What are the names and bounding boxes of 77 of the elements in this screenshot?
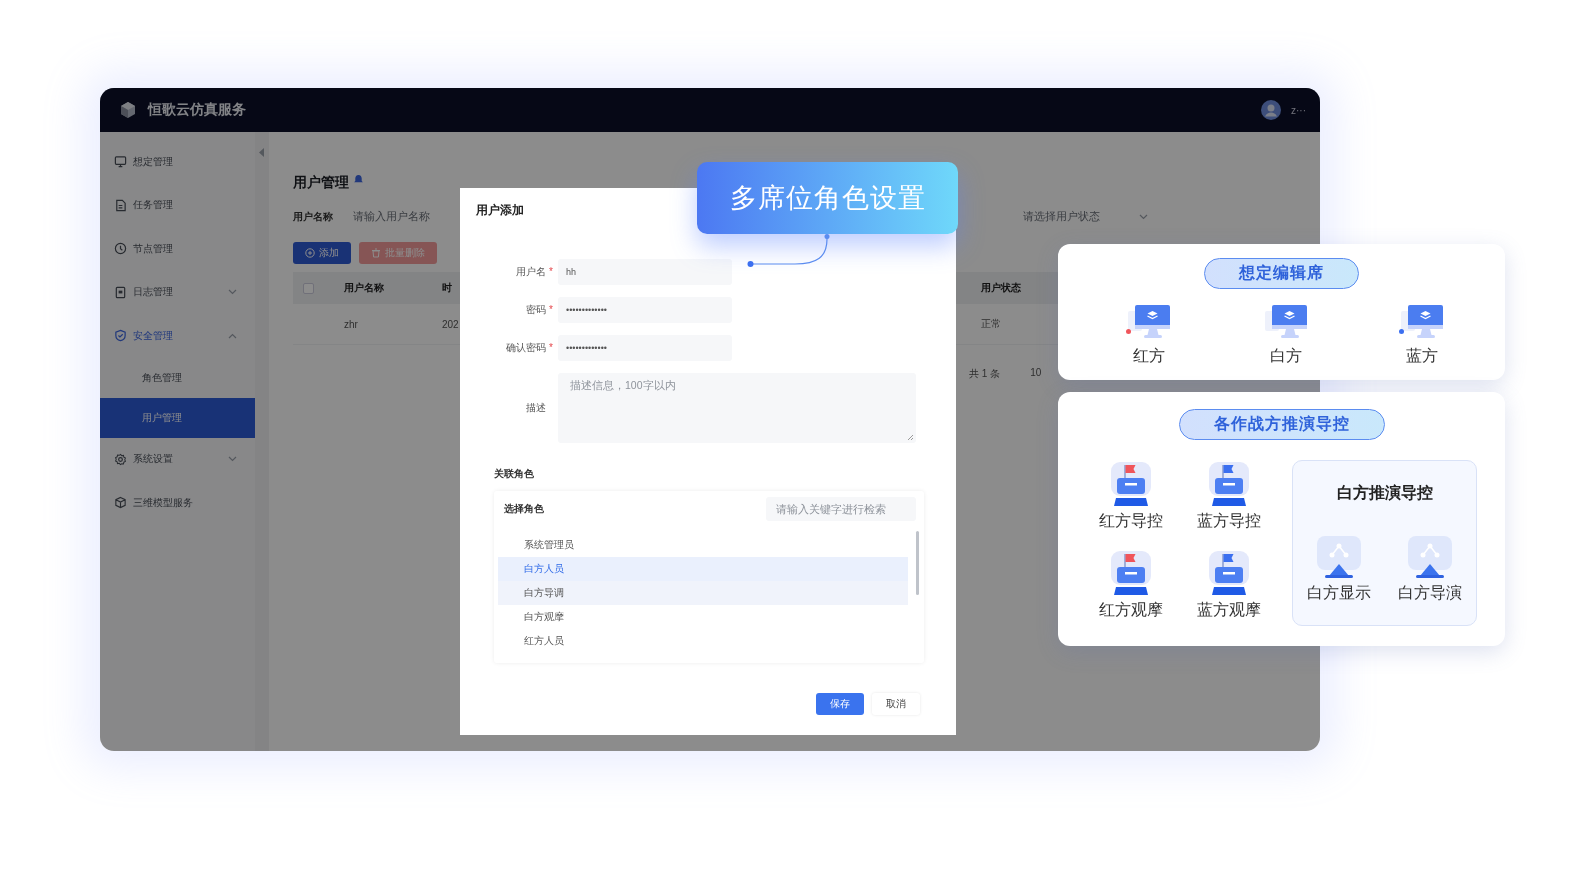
required-mark: * <box>549 341 554 355</box>
chevron-icon <box>1139 214 1148 220</box>
description-field[interactable]: 描述信息，100字以内 <box>558 373 916 443</box>
required-mark: * <box>549 265 554 279</box>
document-icon <box>114 198 127 212</box>
table-cell-text: zhr <box>344 318 359 330</box>
required-mark: * <box>549 303 554 317</box>
seat-label: 红方观摩 <box>1099 600 1163 620</box>
column-header: 用户名称 <box>344 281 385 295</box>
page-size-select[interactable]: 10 <box>1030 367 1042 381</box>
sidebar-subitem[interactable]: 角色管理 <box>100 357 255 398</box>
save-button[interactable]: 保存 <box>816 693 864 715</box>
app-title: 恒歌云仿真服务 <box>148 101 246 119</box>
callout-label: 多席位角色设置 <box>697 162 958 234</box>
seat-label: 红方导控 <box>1099 511 1163 531</box>
avatar-icon[interactable] <box>1261 100 1281 120</box>
field-label: 确认密码 <box>506 341 546 355</box>
input-field[interactable]: hh <box>558 259 732 285</box>
sidebar-item[interactable]: 日志管理 <box>100 270 255 314</box>
scrollbar[interactable] <box>916 531 919 595</box>
table-cell-text: 正常 <box>981 317 1002 331</box>
clock-icon <box>114 242 127 256</box>
chevron-icon <box>228 289 237 296</box>
seat-label: 白方显示 <box>1306 583 1371 603</box>
seat-label: 红方 <box>1133 346 1165 366</box>
monitor-icon <box>114 155 127 169</box>
cube-logo-icon <box>118 100 138 120</box>
seat-label: 白方 <box>1269 346 1302 366</box>
page-title: 用户管理 <box>293 174 349 192</box>
table-cell-text: 202 <box>442 318 460 330</box>
role-item[interactable]: 白方观摩 <box>498 605 908 629</box>
dialog-title: 用户添加 <box>476 202 525 219</box>
cube-icon <box>114 496 127 510</box>
shield-icon <box>114 329 127 343</box>
sidebar-item[interactable]: 三维模型服务 <box>100 481 255 525</box>
plus-icon <box>305 248 315 258</box>
seat-label: 白方导演 <box>1398 583 1463 603</box>
column-header: 用户状态 <box>981 281 1022 295</box>
section-badge: 想定编辑席 <box>1204 258 1359 289</box>
role-item[interactable]: 白方人员 <box>498 557 908 581</box>
seat-label: 蓝方 <box>1406 346 1438 366</box>
total-count: 共 1 条 <box>969 367 1001 381</box>
seat-label: 蓝方观摩 <box>1197 600 1261 620</box>
field-label: 密码 <box>526 303 546 317</box>
column-header: 时 <box>442 281 453 295</box>
role-item[interactable]: 白方导调 <box>498 581 908 605</box>
input-field[interactable]: ••••••••••••• <box>558 297 732 323</box>
document-icon <box>114 285 127 299</box>
collapse-icon[interactable] <box>259 148 265 157</box>
panel-header: 选择角色 <box>504 502 544 516</box>
sidebar-subitem[interactable]: 用户管理 <box>100 397 255 438</box>
sidebar-item[interactable]: 任务管理 <box>100 183 255 227</box>
checkbox[interactable] <box>303 282 314 294</box>
field-label: 描述 <box>526 401 546 415</box>
chevron-icon <box>228 332 237 339</box>
role-item[interactable]: 系统管理员 <box>498 533 908 557</box>
cancel-button[interactable]: 取消 <box>872 693 920 715</box>
input-field[interactable]: ••••••••••••• <box>558 335 732 361</box>
field-label: 用户名 <box>516 265 546 279</box>
filter-label: 用户名称 <box>293 210 333 224</box>
gear-icon <box>114 452 127 466</box>
add-button[interactable]: 添加 <box>293 242 351 264</box>
search-field[interactable]: 请输入关键字进行检索 <box>766 497 916 521</box>
section-badge: 各作战方推演导控 <box>1178 409 1385 440</box>
sidebar-item[interactable]: 想定管理 <box>100 140 255 184</box>
group-title: 白方推演导控 <box>1335 483 1434 503</box>
chevron-icon <box>228 456 237 463</box>
sidebar-item[interactable]: 系统设置 <box>100 437 255 481</box>
sidebar-item[interactable]: 安全管理 <box>100 314 255 358</box>
seat-label: 蓝方导控 <box>1197 511 1261 531</box>
sidebar-item[interactable]: 节点管理 <box>100 227 255 271</box>
user-name[interactable]: z··· <box>1291 104 1306 116</box>
role-item[interactable]: 红方人员 <box>498 629 908 653</box>
trash-icon <box>371 248 381 258</box>
bell-icon <box>353 174 364 185</box>
section-title: 关联角色 <box>494 467 535 481</box>
resize-handle-icon[interactable] <box>907 434 914 441</box>
